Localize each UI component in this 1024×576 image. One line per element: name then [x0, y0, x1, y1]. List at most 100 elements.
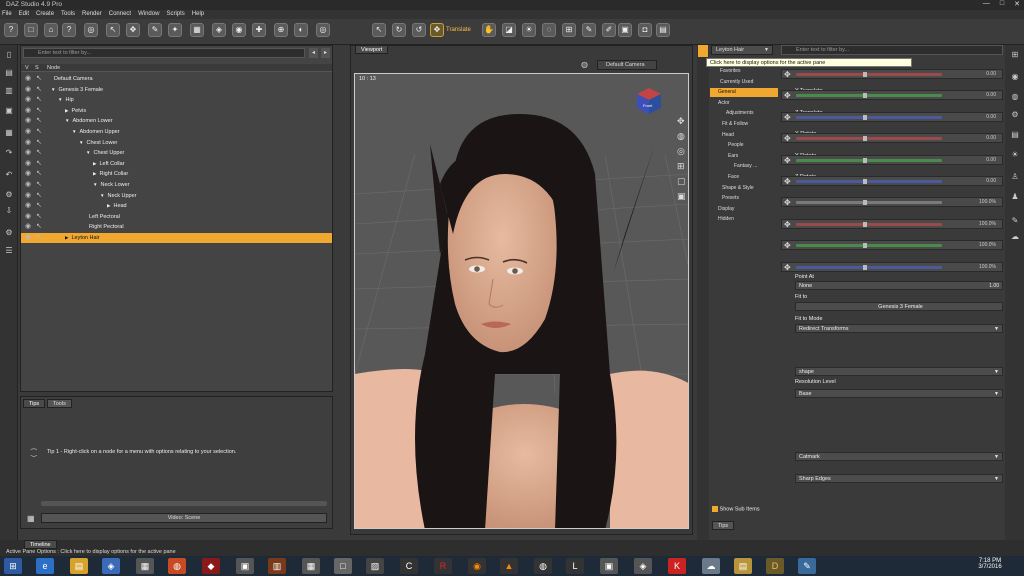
- node-weight-icon[interactable]: ✎: [148, 23, 162, 37]
- content-library-icon[interactable]: ⊞: [1009, 49, 1021, 61]
- expand-arrow-icon[interactable]: ▶: [65, 235, 68, 240]
- translate-icon[interactable]: ✥: [430, 23, 444, 37]
- close-button[interactable]: ✕: [1014, 0, 1020, 10]
- settings-icon[interactable]: ⚙: [3, 189, 15, 201]
- scene-options-icon[interactable]: ◂: [309, 48, 318, 58]
- eye-icon[interactable]: ◉: [25, 128, 33, 136]
- eye-icon[interactable]: ◉: [25, 160, 33, 168]
- vlc-icon[interactable]: ▲: [500, 558, 518, 574]
- gear-icon[interactable]: ⚙: [3, 227, 15, 239]
- resolution-dropdown[interactable]: Base ▼: [795, 389, 1003, 398]
- undo-icon[interactable]: ↶: [3, 169, 15, 181]
- menu-help[interactable]: Help: [192, 10, 204, 19]
- app-r-icon[interactable]: R: [434, 558, 452, 574]
- new-file-icon[interactable]: ▯: [3, 49, 15, 61]
- geometry-editor-icon[interactable]: ▦: [190, 23, 204, 37]
- shaping-icon[interactable]: ✎: [1009, 215, 1021, 227]
- scene-navigator-icon[interactable]: ✚: [252, 23, 266, 37]
- viewport-options-icon[interactable]: ◍: [581, 60, 588, 69]
- morph-icon[interactable]: ✎: [582, 23, 596, 37]
- select-icon[interactable]: ⊞: [562, 23, 576, 37]
- scene-node-row[interactable]: ◉ ↖ ▼ Abdomen Upper: [21, 127, 332, 137]
- property-tree-item[interactable]: Head: [710, 131, 778, 140]
- param-slider[interactable]: ✥ 0.00: [781, 133, 1003, 144]
- app-c-icon[interactable]: C: [400, 558, 418, 574]
- bucket-icon[interactable]: ◪: [502, 23, 516, 37]
- slider-knob[interactable]: [862, 179, 867, 184]
- redo-icon[interactable]: ↷: [3, 147, 15, 159]
- expand-arrow-icon[interactable]: ▼: [100, 193, 104, 198]
- app-cube-icon[interactable]: ◈: [102, 558, 120, 574]
- property-tree-item[interactable]: Fantasy ...: [710, 162, 778, 171]
- slider-knob[interactable]: [862, 200, 867, 206]
- camera-selector[interactable]: Default Camera: [597, 60, 657, 70]
- eye-icon[interactable]: ◉: [25, 202, 33, 210]
- param-slider[interactable]: ✥ 0.00: [781, 111, 1003, 122]
- eye-icon[interactable]: ◉: [25, 117, 33, 125]
- home-icon[interactable]: ⌂: [44, 23, 58, 37]
- ie-icon[interactable]: e: [36, 558, 54, 574]
- firefox-icon[interactable]: ◍: [168, 558, 186, 574]
- region-tool-icon[interactable]: ◎: [316, 23, 330, 37]
- select-arrow-icon[interactable]: ↖: [36, 107, 44, 115]
- select-arrow-icon[interactable]: ↖: [36, 86, 44, 94]
- tab-tools[interactable]: Tools: [47, 399, 72, 408]
- lightroom-icon[interactable]: L: [566, 558, 584, 574]
- expand-arrow-icon[interactable]: ▶: [65, 108, 68, 113]
- rotate-icon[interactable]: ↻: [392, 23, 406, 37]
- transform-tool-icon[interactable]: ◐: [294, 23, 308, 37]
- property-tree-item[interactable]: General: [710, 88, 778, 98]
- menu-scripts[interactable]: Scripts: [166, 10, 184, 19]
- select-arrow-icon[interactable]: ↖: [36, 213, 44, 221]
- property-tree-item[interactable]: Currently Used: [710, 78, 778, 87]
- app-cloud-icon[interactable]: ☁: [702, 558, 720, 574]
- figure-icon[interactable]: ♙: [1009, 171, 1021, 183]
- property-tree-item[interactable]: Display: [710, 205, 778, 214]
- expand-arrow-icon[interactable]: ▼: [58, 97, 62, 102]
- save-icon[interactable]: ▣: [3, 105, 15, 117]
- show-sub-items-checkbox[interactable]: [712, 506, 718, 512]
- slider-knob[interactable]: [862, 243, 867, 249]
- scene-node-row[interactable]: ◉ ↖ ▶ Pelvis: [21, 106, 332, 116]
- camera-tool-icon[interactable]: ⊕: [274, 23, 288, 37]
- param-slider[interactable]: ✥ 0.00: [781, 154, 1003, 165]
- scene-expand-icon[interactable]: ▸: [321, 48, 330, 58]
- app-folder-icon[interactable]: ▤: [734, 558, 752, 574]
- scene-node-row[interactable]: ◉ ↖ ▼ Neck Lower: [21, 180, 332, 190]
- app-k-icon[interactable]: K: [668, 558, 686, 574]
- fit-mode-dropdown[interactable]: Redirect Transforms ▼: [795, 324, 1003, 333]
- scene-node-row[interactable]: ◉ ↖ ▶ Head: [21, 201, 332, 211]
- tab-timeline[interactable]: Timeline: [24, 540, 57, 549]
- hand-tool-icon[interactable]: ✋: [482, 23, 496, 37]
- property-tree-item[interactable]: Face: [710, 173, 778, 182]
- expand-arrow-icon[interactable]: ▼: [93, 182, 97, 187]
- spot-render-icon[interactable]: ◉: [232, 23, 246, 37]
- scene-node-row[interactable]: ◉ ↖ Right Pectoral: [21, 222, 332, 232]
- slider-knob[interactable]: [862, 114, 867, 120]
- catmark-dropdown[interactable]: Catmark ▼: [795, 452, 1003, 461]
- app-bricks-icon[interactable]: ▥: [268, 558, 286, 574]
- render-library-icon[interactable]: ☁: [1009, 231, 1021, 243]
- param-slider[interactable]: ✥ 100.0%: [781, 197, 1003, 208]
- daz-studio-icon[interactable]: D: [766, 558, 784, 574]
- select-arrow-icon[interactable]: ↖: [36, 128, 44, 136]
- slider-knob[interactable]: [862, 93, 867, 99]
- scene-node-row[interactable]: ◉ ↖ ▼ Abdomen Lower: [21, 116, 332, 126]
- app-99-icon[interactable]: ▨: [366, 558, 384, 574]
- camera-icon[interactable]: ◘: [638, 23, 652, 37]
- expand-arrow-icon[interactable]: ▼: [72, 129, 76, 134]
- select-arrow-icon[interactable]: ↖: [36, 170, 44, 178]
- import-icon[interactable]: ▦: [3, 127, 15, 139]
- surface-selection-icon[interactable]: ◈: [212, 23, 226, 37]
- pose-tool-icon[interactable]: ↖: [106, 23, 120, 37]
- param-slider[interactable]: ✥ 0.00: [781, 176, 1003, 186]
- new-scene-icon[interactable]: □: [24, 23, 38, 37]
- property-tree-item[interactable]: Ears: [710, 152, 778, 161]
- lights-icon[interactable]: ☀: [1009, 149, 1021, 161]
- property-tree-item[interactable]: Actor: [710, 99, 778, 108]
- expand-arrow-icon[interactable]: ▼: [86, 150, 90, 155]
- posing-icon[interactable]: ▤: [1009, 129, 1021, 141]
- scene-node-row[interactable]: ◉ ↖ ▶ Right Collar: [21, 169, 332, 179]
- universal-tool-icon[interactable]: ✥: [126, 23, 140, 37]
- param-slider[interactable]: ✥ 0.00: [781, 69, 1003, 79]
